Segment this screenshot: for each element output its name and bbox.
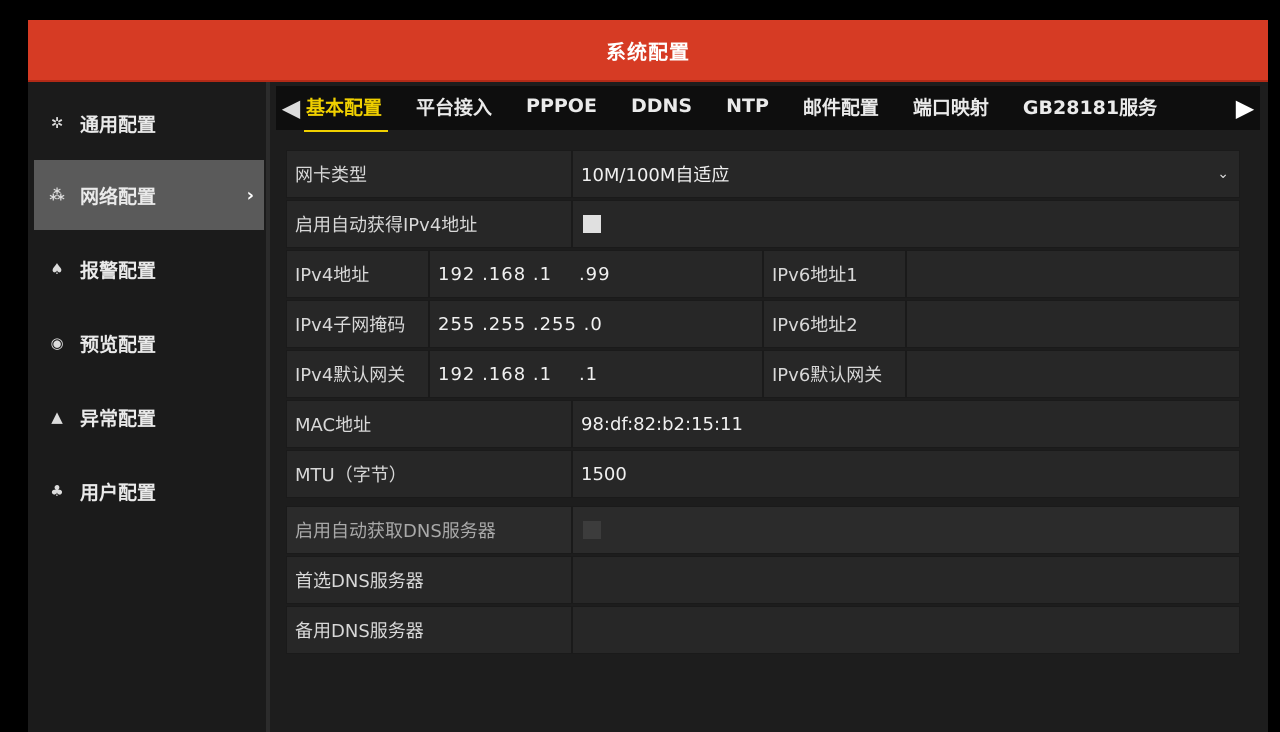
tab-ddns[interactable]: DDNS [631, 95, 692, 121]
tab-platform[interactable]: 平台接入 [416, 93, 492, 124]
mac-value: 98:df:82:b2:15:11 [572, 400, 1240, 448]
users-icon: ♣ [50, 482, 64, 500]
chevron-right-icon: › [246, 184, 254, 206]
gear-icon: ✲ [50, 114, 64, 132]
nic-type-label: 网卡类型 [286, 150, 572, 198]
auto-dns-row: 启用自动获取DNS服务器 [286, 506, 1240, 554]
mtu-row: MTU（字节） 1500 [286, 450, 1240, 498]
mac-label: MAC地址 [286, 400, 572, 448]
auto-dns-cell [572, 506, 1240, 554]
ipv4-mask-label: IPv4子网掩码 [286, 300, 429, 348]
ipv4-address-field[interactable]: 192 .168 .1 .99 [429, 250, 763, 298]
alternate-dns-label: 备用DNS服务器 [286, 606, 572, 654]
chevron-right-icon[interactable]: ▶ [1230, 94, 1260, 122]
ipv6-address2-label: IPv6地址2 [763, 300, 906, 348]
sidebar-item-alarm[interactable]: ♠ 报警配置 [34, 234, 264, 304]
nic-type-value: 10M/100M自适应 [581, 165, 730, 186]
tab-gb28181[interactable]: GB28181服务 [1023, 93, 1157, 124]
ipv4-gateway-field[interactable]: 192 .168 .1 .1 [429, 350, 763, 398]
sidebar-item-user[interactable]: ♣ 用户配置 [34, 456, 264, 526]
auto-ipv4-label: 启用自动获得IPv4地址 [286, 200, 572, 248]
ipv4-mask-field[interactable]: 255 .255 .255 .0 [429, 300, 763, 348]
nic-type-select[interactable]: 10M/100M自适应 ⌄ [572, 150, 1240, 198]
auto-dns-label: 启用自动获取DNS服务器 [286, 506, 572, 554]
tab-pppoe[interactable]: PPPOE [526, 95, 597, 121]
mtu-label: MTU（字节） [286, 450, 572, 498]
ipv4-address-row: IPv4地址 192 .168 .1 .99 IPv6地址1 [286, 250, 1240, 298]
auto-ipv4-checkbox[interactable] [583, 215, 601, 233]
sidebar-item-general[interactable]: ✲ 通用配置 [34, 88, 264, 158]
ipv4-gateway-row: IPv4默认网关 192 .168 .1 .1 IPv6默认网关 [286, 350, 1240, 398]
ipv4-address-label: IPv4地址 [286, 250, 429, 298]
ipv6-address2-field[interactable] [906, 300, 1240, 348]
sidebar-item-label: 报警配置 [80, 259, 157, 282]
preferred-dns-field[interactable] [572, 556, 1240, 604]
tab-email[interactable]: 邮件配置 [803, 93, 879, 124]
preferred-dns-row: 首选DNS服务器 [286, 556, 1240, 604]
mtu-field[interactable]: 1500 [572, 450, 1240, 498]
warning-icon: ▲ [51, 408, 63, 426]
ipv6-gateway-label: IPv6默认网关 [763, 350, 906, 398]
title-bar: 系统配置 [28, 20, 1268, 82]
alternate-dns-row: 备用DNS服务器 [286, 606, 1240, 654]
preferred-dns-label: 首选DNS服务器 [286, 556, 572, 604]
ipv4-mask-row: IPv4子网掩码 255 .255 .255 .0 IPv6地址2 [286, 300, 1240, 348]
ipv6-address1-label: IPv6地址1 [763, 250, 906, 298]
tab-ntp[interactable]: NTP [726, 95, 769, 121]
sidebar-item-preview[interactable]: ◉ 预览配置 [34, 308, 264, 378]
mac-row: MAC地址 98:df:82:b2:15:11 [286, 400, 1240, 448]
sidebar-item-label: 预览配置 [80, 333, 157, 356]
sidebar: ✲ 通用配置 ⁂ 网络配置 › ♠ 报警配置 ◉ 预览配置 ▲ 异常配置 ♣ 用… [28, 82, 270, 732]
ipv4-gateway-label: IPv4默认网关 [286, 350, 429, 398]
chevron-down-icon: ⌄ [1217, 166, 1229, 182]
sidebar-item-label: 异常配置 [80, 407, 157, 430]
sidebar-item-label: 网络配置 [80, 185, 157, 208]
eye-icon: ◉ [50, 334, 64, 352]
sidebar-item-label: 通用配置 [80, 113, 157, 136]
ipv6-address1-field[interactable] [906, 250, 1240, 298]
alternate-dns-field[interactable] [572, 606, 1240, 654]
sidebar-item-label: 用户配置 [80, 481, 157, 504]
tab-bar: ◀ 基本配置 平台接入 PPPOE DDNS NTP 邮件配置 端口映射 GB2… [276, 86, 1260, 132]
tab-port-mapping[interactable]: 端口映射 [913, 93, 989, 124]
alarm-icon: ♠ [50, 260, 64, 278]
auto-dns-checkbox[interactable] [583, 521, 601, 539]
window-title: 系统配置 [606, 39, 690, 64]
ipv6-gateway-field[interactable] [906, 350, 1240, 398]
network-icon: ⁂ [49, 186, 65, 204]
chevron-left-icon[interactable]: ◀ [276, 94, 306, 122]
sidebar-item-network[interactable]: ⁂ 网络配置 › [34, 160, 264, 230]
tab-basic[interactable]: 基本配置 [303, 93, 389, 132]
nic-type-row: 网卡类型 10M/100M自适应 ⌄ [286, 150, 1240, 198]
sidebar-item-exception[interactable]: ▲ 异常配置 [34, 382, 264, 452]
auto-ipv4-cell [572, 200, 1240, 248]
auto-ipv4-row: 启用自动获得IPv4地址 [286, 200, 1240, 248]
